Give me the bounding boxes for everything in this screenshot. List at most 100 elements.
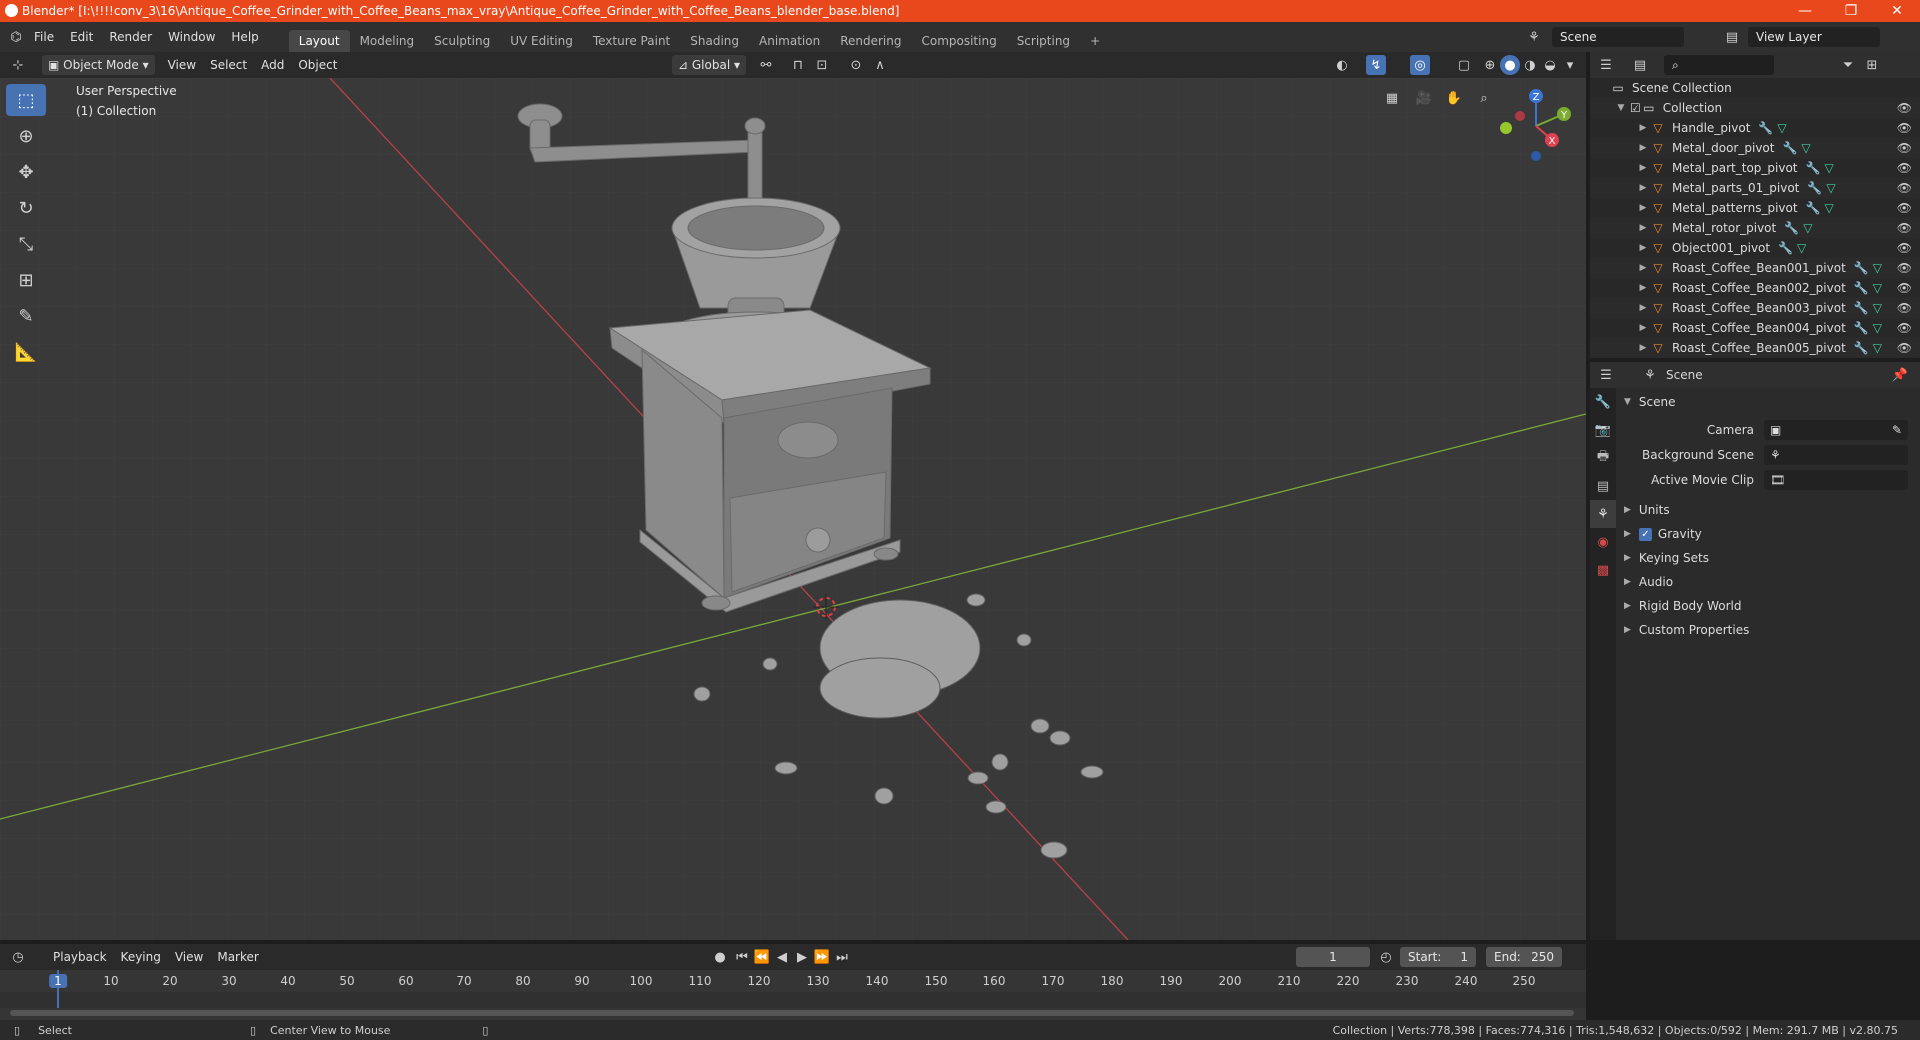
- auto-keying-record-icon[interactable]: ●: [710, 947, 730, 967]
- menu-keying[interactable]: Keying: [114, 950, 168, 964]
- units-subpanel[interactable]: ▶ Units: [1616, 498, 1920, 522]
- expand-arrow-icon[interactable]: ▶: [1636, 263, 1650, 273]
- outliner-search-input[interactable]: ⌕: [1664, 55, 1774, 75]
- texture-tab-icon[interactable]: ▩: [1590, 556, 1616, 584]
- transform-tool-icon[interactable]: ⊞: [6, 264, 46, 296]
- visibility-eye-icon[interactable]: 👁: [1897, 221, 1912, 235]
- expand-arrow-icon[interactable]: ▶: [1636, 163, 1650, 173]
- camera-view-icon[interactable]: 🎥: [1414, 88, 1434, 108]
- menu-render[interactable]: Render: [101, 30, 160, 44]
- material-shading-icon[interactable]: ◑: [1520, 55, 1540, 75]
- menu-object[interactable]: Object: [291, 58, 344, 72]
- menu-timeline-view[interactable]: View: [168, 950, 210, 964]
- background-scene-field[interactable]: ⚘: [1764, 445, 1908, 465]
- tab-texture-paint[interactable]: Texture Paint: [583, 30, 680, 52]
- play-reverse-icon[interactable]: ◀: [772, 947, 792, 967]
- visibility-eye-icon[interactable]: 👁: [1897, 281, 1912, 295]
- shading-options-icon[interactable]: ▾: [1560, 55, 1580, 75]
- expand-arrow-icon[interactable]: ▶: [1636, 283, 1650, 293]
- jump-to-end-icon[interactable]: ⏭: [832, 947, 852, 967]
- play-icon[interactable]: ▶: [792, 947, 812, 967]
- menu-select[interactable]: Select: [203, 58, 254, 72]
- scene-tab-icon[interactable]: ⚘: [1590, 500, 1616, 528]
- eyedropper-icon[interactable]: ✎: [1892, 423, 1902, 437]
- expand-arrow-icon[interactable]: ▶: [1636, 183, 1650, 193]
- new-collection-icon[interactable]: ⊞: [1862, 55, 1882, 75]
- custom-properties-subpanel[interactable]: ▶ Custom Properties: [1616, 618, 1920, 642]
- cursor-tool-icon[interactable]: ⊕: [6, 120, 46, 152]
- tab-layout[interactable]: Layout: [288, 30, 350, 52]
- audio-subpanel[interactable]: ▶ Audio: [1616, 570, 1920, 594]
- visibility-eye-icon[interactable]: 👁: [1897, 121, 1912, 135]
- view-layer-field[interactable]: View Layer: [1748, 27, 1880, 47]
- pan-view-hand-icon[interactable]: ✋: [1444, 88, 1464, 108]
- properties-editor-type-icon[interactable]: ☰: [1596, 365, 1616, 385]
- visibility-eye-icon[interactable]: 👁: [1897, 101, 1912, 115]
- expand-arrow-icon[interactable]: ▶: [1636, 243, 1650, 253]
- tab-uv-editing[interactable]: UV Editing: [500, 30, 583, 52]
- xray-toggle-icon[interactable]: ▢: [1454, 55, 1474, 75]
- select-box-tool-icon[interactable]: ⬚: [6, 84, 46, 116]
- editor-type-icon[interactable]: ⊹: [8, 55, 28, 75]
- annotate-tool-icon[interactable]: ✎: [6, 300, 46, 332]
- tab-compositing[interactable]: Compositing: [911, 30, 1006, 52]
- blender-menu-icon[interactable]: ⌬: [6, 27, 26, 47]
- wireframe-shading-icon[interactable]: ⊕: [1480, 55, 1500, 75]
- next-keyframe-icon[interactable]: ⏩: [812, 947, 832, 967]
- transform-orientation-dropdown[interactable]: ⊿ Global ▾: [672, 55, 746, 75]
- outliner-object-row[interactable]: ▶ ▽ Object001_pivot 🔧 ▽ 👁: [1590, 238, 1920, 258]
- active-movie-clip-field[interactable]: 🎞: [1764, 470, 1908, 490]
- tab-shading[interactable]: Shading: [680, 30, 749, 52]
- visibility-eye-icon[interactable]: 👁: [1897, 201, 1912, 215]
- tab-modeling[interactable]: Modeling: [350, 30, 425, 52]
- 3d-viewport[interactable]: User Perspective (1) Collection ▦ 🎥 ✋ ⌕ …: [0, 78, 1586, 940]
- expand-arrow-icon[interactable]: ▶: [1636, 323, 1650, 333]
- outliner-object-row[interactable]: ▶ ▽ Metal_patterns_pivot 🔧 ▽ 👁: [1590, 198, 1920, 218]
- visibility-eye-icon[interactable]: 👁: [1897, 161, 1912, 175]
- rotate-tool-icon[interactable]: ↻: [6, 192, 46, 224]
- tab-sculpting[interactable]: Sculpting: [424, 30, 500, 52]
- previous-keyframe-icon[interactable]: ⏪: [752, 947, 772, 967]
- measure-tool-icon[interactable]: 📐: [6, 336, 46, 368]
- visibility-eye-icon[interactable]: 👁: [1897, 341, 1912, 355]
- scene-field[interactable]: Scene: [1552, 27, 1684, 47]
- outliner-object-row[interactable]: ▶ ▽ Roast_Coffee_Bean001_pivot 🔧 ▽ 👁: [1590, 258, 1920, 278]
- timeline-editor-type-icon[interactable]: ◷: [8, 947, 28, 967]
- proportional-falloff-icon[interactable]: ∧: [870, 55, 890, 75]
- scene-collection-row[interactable]: ▭ Scene Collection: [1590, 78, 1920, 98]
- gizmo-neg-x-axis[interactable]: [1515, 111, 1525, 121]
- close-button[interactable]: ✕: [1874, 0, 1920, 22]
- proportional-edit-icon[interactable]: ⊙: [846, 55, 866, 75]
- outliner-object-row[interactable]: ▶ ▽ Roast_Coffee_Bean004_pivot 🔧 ▽ 👁: [1590, 318, 1920, 338]
- timeline-scrollbar[interactable]: [10, 1010, 1574, 1016]
- expand-arrow-icon[interactable]: ▶: [1636, 303, 1650, 313]
- scene-panel-header[interactable]: ▼ Scene: [1616, 390, 1920, 414]
- menu-window[interactable]: Window: [160, 30, 223, 44]
- menu-edit[interactable]: Edit: [62, 30, 101, 44]
- menu-marker[interactable]: Marker: [210, 950, 265, 964]
- outliner-object-row[interactable]: ▶ ▽ Metal_part_top_pivot 🔧 ▽ 👁: [1590, 158, 1920, 178]
- end-frame-field[interactable]: End: 250: [1486, 947, 1562, 967]
- zoom-view-icon[interactable]: ⌕: [1474, 88, 1494, 108]
- keying-sets-subpanel[interactable]: ▶ Keying Sets: [1616, 546, 1920, 570]
- timeline-area[interactable]: 1 10 20 30 40 50 60 70 80 90 100 110 120…: [0, 970, 1586, 1022]
- menu-playback[interactable]: Playback: [46, 950, 114, 964]
- outliner-object-row[interactable]: ▶ ▽ Handle_pivot 🔧 ▽ 👁: [1590, 118, 1920, 138]
- expand-arrow-icon[interactable]: ▶: [1636, 143, 1650, 153]
- tab-scripting[interactable]: Scripting: [1007, 30, 1080, 52]
- add-workspace-icon[interactable]: +: [1080, 30, 1110, 52]
- outliner-object-row[interactable]: ▶ ▽ Roast_Coffee_Bean002_pivot 🔧 ▽ 👁: [1590, 278, 1920, 298]
- gravity-subpanel[interactable]: ▶ ✓ Gravity: [1616, 522, 1920, 546]
- display-mode-icon[interactable]: ▤: [1630, 55, 1650, 75]
- tool-tab-icon[interactable]: 🔧: [1590, 388, 1616, 416]
- solid-shading-icon[interactable]: ●: [1500, 55, 1520, 75]
- outliner-object-row[interactable]: ▶ ▽ Metal_parts_01_pivot 🔧 ▽ 👁: [1590, 178, 1920, 198]
- visibility-eye-icon[interactable]: 👁: [1897, 141, 1912, 155]
- minimize-button[interactable]: —: [1782, 0, 1828, 22]
- tab-animation[interactable]: Animation: [749, 30, 830, 52]
- world-tab-icon[interactable]: ◉: [1590, 528, 1616, 556]
- outliner-object-row[interactable]: ▶ ▽ Roast_Coffee_Bean005_pivot 🔧 ▽ 👁: [1590, 338, 1920, 358]
- expand-arrow-icon[interactable]: ▶: [1636, 343, 1650, 353]
- outliner-object-row[interactable]: ▶ ▽ Metal_rotor_pivot 🔧 ▽ 👁: [1590, 218, 1920, 238]
- camera-field[interactable]: ▣ ✎: [1764, 420, 1908, 440]
